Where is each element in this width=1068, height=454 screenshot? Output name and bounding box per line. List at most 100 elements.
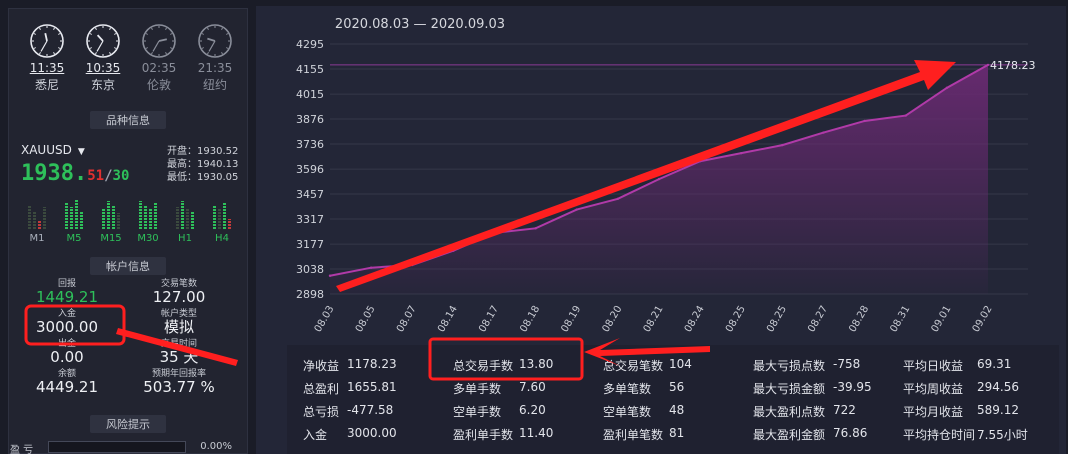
stat-label: 平均周收益 (903, 382, 964, 396)
equity-point (986, 63, 990, 67)
x-tick-label: 08.14 (436, 304, 460, 334)
stat-value: 81 (669, 426, 685, 440)
x-tick-label: 08.17 (477, 304, 501, 334)
stat-label: 盈利单笔数 (603, 428, 664, 442)
equity-point (698, 160, 702, 163)
y-tick-label: 3876 (296, 113, 324, 126)
y-tick-label: 3038 (296, 263, 324, 276)
x-tick-label: 08.18 (518, 304, 542, 334)
equity-point (863, 119, 866, 123)
x-tick-label: 08.25 (765, 304, 789, 334)
account-withdraw-value: 0.00 (50, 348, 84, 366)
stat-value: 1655.81 (347, 380, 397, 394)
stat-value: 48 (669, 403, 685, 417)
equity-point (452, 249, 455, 252)
stat-label: 空单笔数 (603, 405, 652, 419)
stat-label: 多单笔数 (603, 382, 652, 396)
x-tick-label: 08.07 (395, 304, 419, 334)
x-tick-label: 08.20 (601, 304, 625, 334)
account-balance: 余额 4449.21 (17, 369, 117, 395)
stat-label: 空单手数 (453, 405, 502, 419)
stat-label: 最大盈利金额 (753, 428, 826, 442)
stat-value: -477.58 (347, 403, 394, 417)
x-tick-label: 08.19 (560, 304, 584, 334)
equity-point (945, 86, 949, 90)
x-tick-label: 08.03 (313, 304, 337, 334)
stat-value: 294.56 (977, 380, 1019, 394)
stat-label: 平均持仓时间 (903, 428, 976, 442)
equity-point (369, 266, 373, 269)
stat-value: 722 (833, 403, 856, 417)
stat-value: 13.80 (519, 357, 554, 371)
app-root: 11:35 悉尼 10:35 东京 02:35 伦敦 21:35 纽约 品种信息… (0, 0, 1068, 454)
equity-chart: 4295 4155 4015 3876 3736 3596 3457 3317 3177 3038… (296, 38, 1036, 334)
account-duration-value: 35 天 (159, 348, 199, 366)
stat-label: 总交易笔数 (603, 359, 664, 373)
section-title-risk: 风险提示 (9, 415, 247, 433)
equity-point (822, 131, 825, 134)
equity-point (411, 263, 414, 267)
stat-value: 11.40 (519, 426, 554, 440)
stat-label: 平均月收益 (903, 405, 964, 419)
stat-value: 1178.23 (347, 357, 397, 371)
account-balance-value: 4449.21 (35, 378, 99, 396)
equity-point (534, 227, 537, 230)
y-tick-label: 2898 (296, 288, 324, 301)
stat-value: 7.60 (519, 380, 546, 394)
y-tick-label: 3457 (296, 188, 324, 201)
y-tick-label: 4155 (296, 63, 324, 76)
stat-value: 589.12 (977, 403, 1019, 417)
equity-point (740, 151, 743, 155)
stat-label: 最大亏损点数 (753, 359, 826, 373)
stat-label: 总盈利 (303, 382, 340, 396)
y-tick-label: 4295 (296, 38, 324, 51)
x-tick-label: 08.31 (889, 304, 913, 334)
equity-point (493, 231, 496, 234)
risk-bar (48, 441, 186, 453)
stat-label: 总亏损 (303, 405, 340, 419)
stat-value: 7.55小时 (977, 428, 1028, 442)
x-tick-label: 08.24 (683, 304, 707, 334)
x-tick-label: 08.27 (806, 304, 830, 334)
stat-label: 净收益 (303, 359, 340, 373)
stat-value: 6.20 (519, 403, 546, 417)
stat-label: 盈利单手数 (453, 428, 514, 442)
account-annual-value: 503.77 % (143, 378, 215, 396)
x-tick-label: 09.02 (971, 304, 995, 334)
equity-point (575, 208, 578, 211)
x-tick-label: 08.25 (724, 304, 748, 334)
risk-label: 盈 亏 (10, 445, 34, 454)
equity-point (781, 143, 784, 147)
y-tick-label: 3177 (296, 238, 324, 251)
y-tick-label: 3736 (296, 138, 324, 151)
stat-label: 总交易手数 (453, 359, 514, 373)
equity-point (904, 114, 907, 117)
stat-label: 最大盈利点数 (753, 405, 826, 419)
stat-value: 104 (669, 357, 692, 371)
x-tick-label: 08.21 (642, 304, 666, 334)
stats-panel: 净收益 1178.23 总盈利 1655.81 总亏损 -477.58 入金 3000.00 总… (287, 345, 1059, 454)
y-tick-label: 3317 (296, 213, 324, 226)
stat-value: 56 (669, 380, 685, 394)
y-tick-label: 3596 (296, 163, 324, 176)
risk-row: 盈 亏 0.00% (10, 441, 236, 454)
stat-value: 69.31 (977, 357, 1012, 371)
stat-value: -39.95 (833, 380, 872, 394)
y-tick-label: 4015 (296, 88, 324, 101)
x-tick-label: 08.05 (354, 304, 378, 334)
stat-value: 3000.00 (347, 426, 397, 440)
stat-label: 入金 (303, 428, 328, 442)
stat-label: 平均日收益 (903, 359, 964, 373)
stat-value: -758 (833, 357, 861, 371)
equity-point (616, 197, 620, 200)
equity-point (328, 274, 332, 277)
stat-label: 最大亏损金额 (753, 382, 826, 396)
x-tick-label: 09.01 (930, 304, 954, 334)
account-annual: 预期年回报率 503.77 % (129, 369, 229, 395)
stat-value: 76.86 (833, 426, 868, 440)
stat-label: 多单手数 (453, 382, 502, 396)
equity-point (657, 177, 661, 181)
last-value-label: 4178.23 (990, 59, 1036, 72)
x-tick-label: 08.28 (847, 304, 871, 334)
risk-pct: 0.00% (200, 441, 232, 452)
